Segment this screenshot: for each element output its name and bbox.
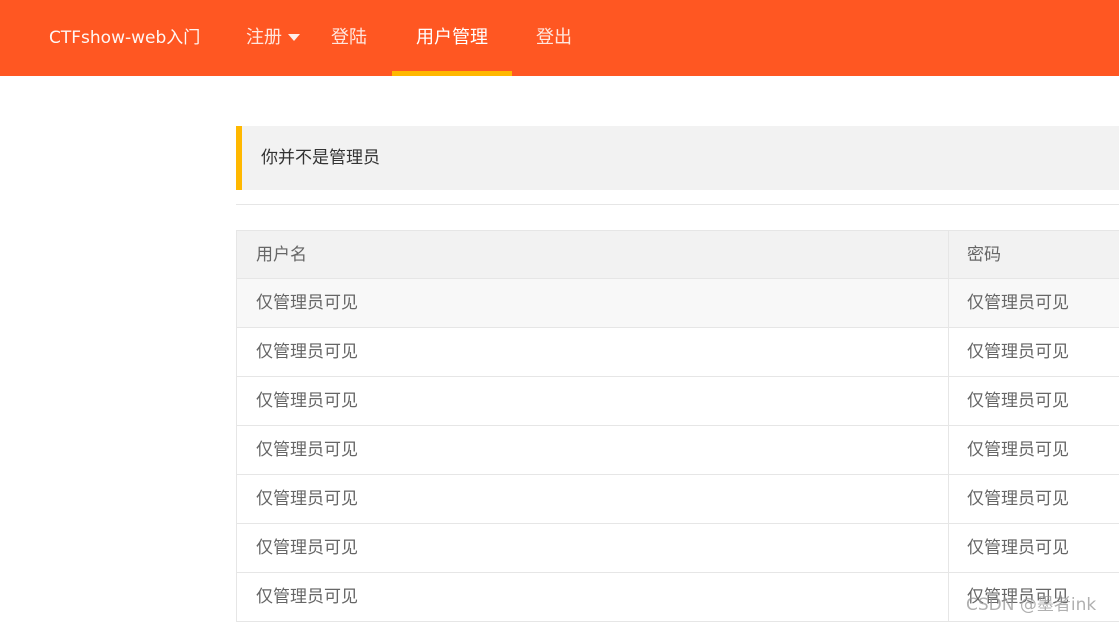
- column-separator: [948, 328, 949, 376]
- column-separator: [948, 377, 949, 425]
- column-separator: [948, 573, 949, 621]
- column-header-username: 用户名: [256, 245, 307, 265]
- column-separator: [948, 231, 949, 278]
- nav-item-logout[interactable]: 登出: [536, 0, 572, 76]
- column-separator: [948, 475, 949, 523]
- table-row: 仅管理员可见 仅管理员可见: [237, 279, 1119, 328]
- cell-password: 仅管理员可见: [967, 489, 1069, 509]
- column-separator: [948, 524, 949, 572]
- table-header-row: 用户名 密码: [237, 230, 1119, 279]
- top-navbar: CTFshow-web入门 注册 登陆 用户管理 登出: [0, 0, 1119, 76]
- column-separator: [948, 426, 949, 474]
- table-row: 仅管理员可见 仅管理员可见: [237, 475, 1119, 524]
- table-row: 仅管理员可见 仅管理员可见: [237, 524, 1119, 573]
- nav-item-user-management-label: 用户管理: [416, 27, 488, 48]
- cell-username: 仅管理员可见: [256, 293, 358, 313]
- chevron-down-icon: [288, 33, 300, 41]
- cell-password: 仅管理员可见: [967, 391, 1069, 411]
- cell-password: 仅管理员可见: [967, 293, 1069, 313]
- brand-logo[interactable]: CTFshow-web入门: [49, 0, 200, 76]
- cell-password: 仅管理员可见: [967, 538, 1069, 558]
- table-row: 仅管理员可见 仅管理员可见: [237, 426, 1119, 475]
- column-header-password: 密码: [967, 245, 1001, 265]
- nav-item-login[interactable]: 登陆: [331, 0, 367, 76]
- nav-item-register-label: 注册: [246, 27, 282, 48]
- cell-username: 仅管理员可见: [256, 440, 358, 460]
- cell-username: 仅管理员可见: [256, 342, 358, 362]
- cell-username: 仅管理员可见: [256, 391, 358, 411]
- nav-item-register[interactable]: 注册: [246, 0, 300, 76]
- nav-item-user-management[interactable]: 用户管理: [416, 0, 488, 76]
- cell-password: 仅管理员可见: [967, 342, 1069, 362]
- cell-username: 仅管理员可见: [256, 538, 358, 558]
- nav-item-logout-label: 登出: [536, 27, 572, 48]
- user-table: 用户名 密码 仅管理员可见 仅管理员可见 仅管理员可见 仅管理员可见 仅管理员可见 仅管理…: [236, 230, 1119, 622]
- table-row: 仅管理员可见 仅管理员可见: [237, 377, 1119, 426]
- nav-item-login-label: 登陆: [331, 27, 367, 48]
- notice-box: 你并不是管理员: [236, 126, 1119, 190]
- watermark: CSDN @墨者ink: [966, 595, 1097, 615]
- cell-username: 仅管理员可见: [256, 489, 358, 509]
- active-nav-underline: [392, 71, 512, 76]
- column-separator: [948, 279, 949, 327]
- divider: [236, 204, 1119, 205]
- cell-password: 仅管理员可见: [967, 440, 1069, 460]
- notice-text: 你并不是管理员: [261, 148, 380, 168]
- cell-username: 仅管理员可见: [256, 587, 358, 607]
- table-row: 仅管理员可见 仅管理员可见: [237, 328, 1119, 377]
